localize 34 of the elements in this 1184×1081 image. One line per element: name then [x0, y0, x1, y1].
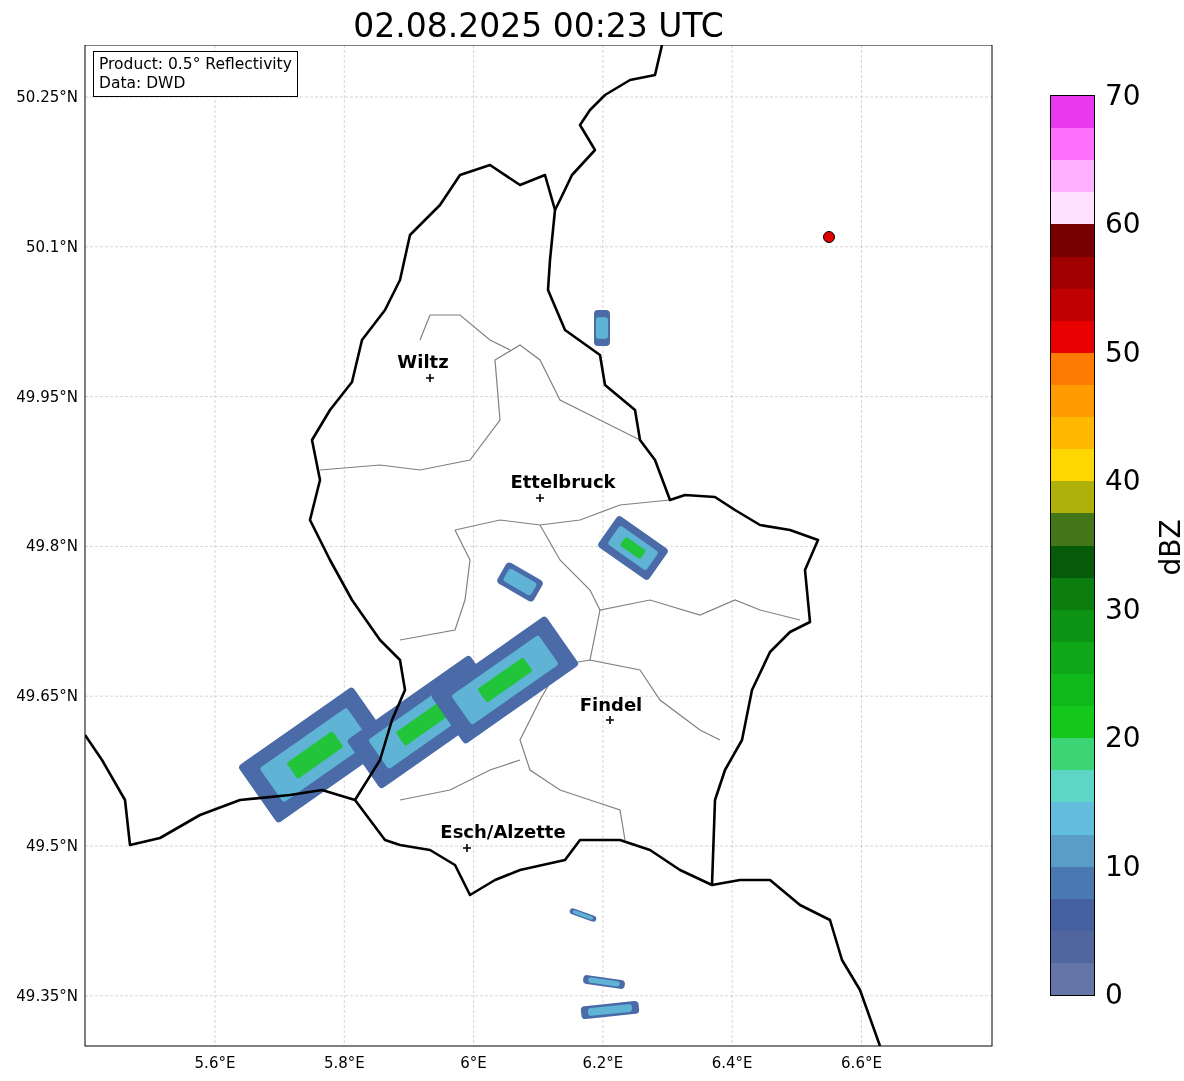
colorbar-tick-label: 20: [1105, 724, 1141, 753]
latitude-label: 49.35°N: [16, 986, 78, 1005]
colorbar-tick-label: 40: [1105, 467, 1141, 496]
colorbar-tick-label: 50: [1105, 338, 1141, 367]
longitude-label: 6°E: [460, 1054, 487, 1072]
colorbar-tick-label: 30: [1105, 595, 1141, 624]
colorbar-tick-label: 10: [1105, 852, 1141, 881]
city-marker-icon: [462, 843, 472, 853]
city-label: Wiltz: [397, 351, 449, 372]
latitude-label: 50.25°N: [16, 88, 78, 106]
city-marker-icon: [605, 715, 615, 725]
latitude-label: 49.5°N: [25, 837, 78, 855]
city-label: Esch/Alzette: [440, 821, 566, 842]
longitude-label: 5.6°E: [194, 1054, 236, 1072]
longitude-label: 6.2°E: [582, 1054, 624, 1072]
city-label: Ettelbruck: [510, 471, 616, 492]
info-text: Data: DWD: [99, 74, 187, 93]
latitude-label: 50.1°N: [25, 237, 78, 256]
colorbar-label: dBZ: [1153, 519, 1184, 576]
latitude-label: 49.95°N: [16, 387, 78, 406]
colorbar-tick-label: 60: [1105, 210, 1141, 239]
longitude-label: 6.4°E: [711, 1054, 753, 1072]
latitude-label: 49.8°N: [25, 537, 78, 556]
radar-site-marker: [823, 231, 835, 243]
chart-title: 02.08.2025 00:23 UTC: [352, 5, 725, 45]
longitude-label: 6.6°E: [841, 1054, 882, 1072]
info-text: Product: 0.5° Reflectivity: [99, 55, 292, 74]
city-label: Findel: [579, 694, 643, 715]
city-marker-icon: [535, 493, 545, 503]
colorbar-tick-label: 0: [1105, 981, 1123, 1009]
colorbar-tick-label: 70: [1105, 82, 1141, 110]
latitude-label: 49.65°N: [16, 687, 78, 706]
city-marker-icon: [425, 373, 435, 383]
longitude-label: 5.8°E: [323, 1054, 365, 1072]
